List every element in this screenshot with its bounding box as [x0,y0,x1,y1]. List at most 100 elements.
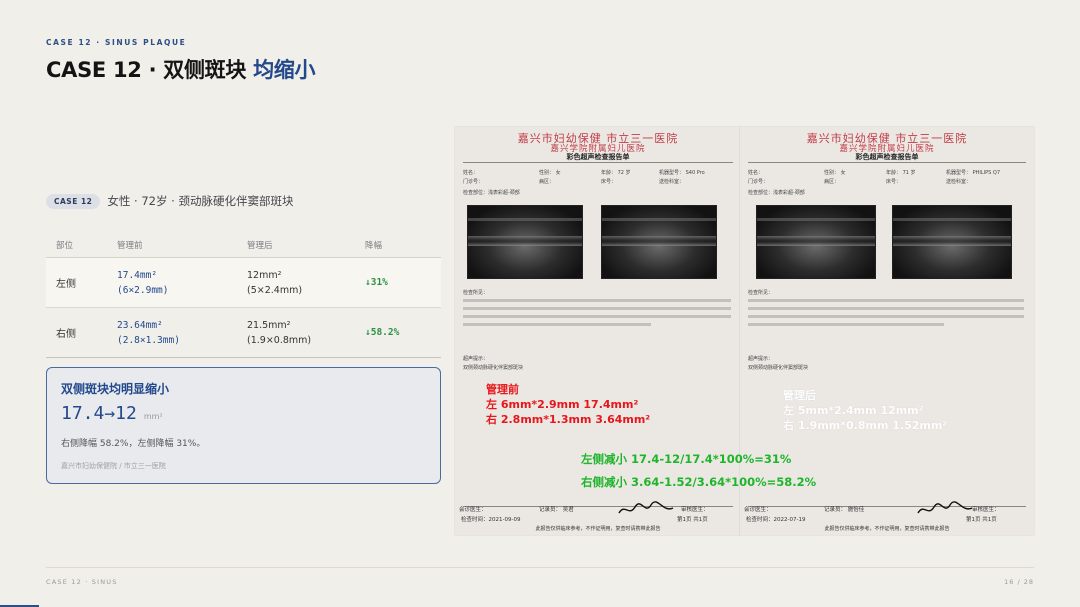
ultrasound-image [601,205,717,279]
field-item: 送检科室： [946,179,972,185]
field-result: 检查所见： [463,290,489,296]
annotation-calc-left: 左侧减小 17.4-12/17.4*100%=31% [581,452,792,466]
header-side: 部位 [56,240,74,251]
field-ward: 病区： [824,179,840,185]
report-heading: 彩色超声检查报告单 [855,153,919,161]
after-dim: (1.9×0.8mm) [247,334,312,346]
annotation-before-right: 右 2.8mm*1.3mm 3.64mm² [486,413,651,426]
annotation-after-left: 左 5mm*2.4mm 12mm² [783,404,924,417]
field-machine: 机器型号： PHILIPS Q7 [946,170,1000,176]
field-age: 年龄： 72 岁 [601,170,631,176]
plaque-table: 部位 管理前 管理后 降幅 左侧 17.4mm² (6×2.9mm) 12mm²… [46,232,441,358]
page-title: CASE 12 · 双侧斑块 均缩小 [46,54,316,84]
ultrasound-report-before: 嘉兴市妇幼保健 市立三一医院 嘉兴学院附属妇儿医院 彩色超声检查报告单 姓名： … [455,127,741,535]
summary-card: 双侧斑块均明显缩小 17.4→12 mm² 右侧降幅 58.2%，左侧降幅 31… [46,367,441,484]
row-after: 12mm² (5×2.4mm) [238,268,356,298]
field-ward: 病区： [539,179,555,185]
report-date: 检查时间：2022-07-19 [746,517,806,523]
field-sex: 性别： 女 [539,170,561,176]
summary-value: 17.4→12 [61,403,137,424]
report-text-line [463,323,651,326]
sign-left: 会诊医生： [459,507,487,513]
title-main: CASE 12 · 双侧斑块 [46,58,247,82]
row-drop: ↓58.2% [365,327,400,338]
row-drop: ↓31% [365,277,388,288]
field-dept: 门诊号： [463,179,484,185]
signature-icon [917,501,973,514]
report-heading: 彩色超声检查报告单 [566,153,630,161]
field-name: 姓名： [748,170,764,176]
summary-value-row: 17.4→12 mm² [61,403,426,424]
table-row: 右侧 23.64mm² (2.8×1.3mm) 21.5mm² (1.9×0.8… [46,308,441,358]
footer-label: CASE 12 · SINUS [46,578,118,586]
field-result: 检查所见： [748,290,774,296]
before-area: 17.4mm² [117,269,158,281]
header-before: 管理前 [117,240,143,251]
summary-text: 右侧降幅 58.2%，左侧降幅 31%。 [61,439,206,449]
after-area: 12mm² [247,269,282,281]
sign-right: 审核医生： [681,507,709,513]
header-after: 管理后 [247,240,273,251]
report-text-line [748,307,1024,310]
report-text-line [463,299,731,302]
case-badge: CASE 12 [46,193,101,209]
header-drop: 降幅 [365,240,383,251]
field-conclusion: 双侧颈动脉硬化伴窦部斑块 [748,365,809,371]
report-page: 第1页 共1页 [677,517,708,523]
summary-source: 嘉兴市妇幼保健院 / 市立三一医院 [61,462,166,470]
annotation-before-title: 管理前 [486,383,519,396]
ultrasound-image [756,205,876,279]
row-side: 右侧 [56,329,76,340]
page-number: 16 / 28 [1004,578,1034,586]
table-row: 左侧 17.4mm² (6×2.9mm) 12mm² (5×2.4mm) ↓31… [46,258,441,308]
before-dim: (6×2.9mm) [117,284,169,296]
sign-left: 会诊医生： [744,507,772,513]
annotation-after-title: 管理后 [783,389,816,402]
title-accent: 均缩小 [253,58,316,82]
section-kicker: CASE 12 · SINUS PLAQUE [46,38,187,47]
case-description: 女性 · 72岁 · 颈动脉硬化伴窦部斑块 [107,194,294,208]
annotation-after-right: 右 1.9mm*0.8mm 1.52mm² [783,419,948,432]
field-bed: 床号： [601,179,617,185]
field-tip: 超声提示： [463,356,489,362]
row-before: 17.4mm² (6×2.9mm) [108,268,238,298]
signature-icon [618,501,674,514]
report-text-line [748,299,1024,302]
row-side: 左侧 [56,279,76,290]
field-machine: 机器型号： S40 Pro [659,170,705,176]
row-after: 21.5mm² (1.9×0.8mm) [238,318,356,348]
report-text-line [748,323,944,326]
report-text-line [463,307,731,310]
case-info: CASE 12 女性 · 72岁 · 颈动脉硬化伴窦部斑块 [46,193,293,209]
field-part: 检查部位：浅表彩超-颈部 [748,190,805,196]
field-part: 检查部位：浅表彩超-颈部 [463,190,520,196]
after-dim: (5×2.4mm) [247,284,303,296]
before-area: 23.64mm² [117,319,163,331]
ultrasound-report-after: 嘉兴市妇幼保健 市立三一医院 嘉兴学院附属妇儿医院 彩色超声检查报告单 姓名： … [740,127,1034,535]
report-divider [463,162,733,163]
field-tip: 超声提示： [748,356,774,362]
field-sex: 性别： 女 [824,170,846,176]
report-footer: 此报告仅供临床参考，不作证明用，复查时请携带此报告 [824,526,950,532]
before-dim: (2.8×1.3mm) [117,334,180,346]
footer-divider [46,567,1034,568]
sign-mid: 记录员： 施怡佳 [824,507,865,513]
row-before: 23.64mm² (2.8×1.3mm) [108,318,238,348]
ultrasound-image [467,205,583,279]
report-text-line [748,315,1024,318]
field-age: 年龄： 71 岁 [886,170,916,176]
report-date: 检查时间：2021-09-09 [461,517,521,523]
report-divider [748,162,1026,163]
field-conclusion: 双侧颈动脉硬化伴窦部斑块 [463,365,524,371]
field-bed: 床号： [886,179,902,185]
after-area: 21.5mm² [247,319,291,331]
report-footer: 此报告仅供临床参考，不作证明用，复查时请携带此报告 [535,526,661,532]
report-text-line [463,315,731,318]
summary-title: 双侧斑块均明显缩小 [61,382,170,396]
field-name: 姓名： [463,170,479,176]
sign-right: 审核医生： [972,507,1000,513]
field-item: 送检科室： [659,179,685,185]
ultrasound-image [892,205,1012,279]
sign-mid: 记录员： 吴君 [539,507,574,513]
field-dept: 门诊号： [748,179,769,185]
